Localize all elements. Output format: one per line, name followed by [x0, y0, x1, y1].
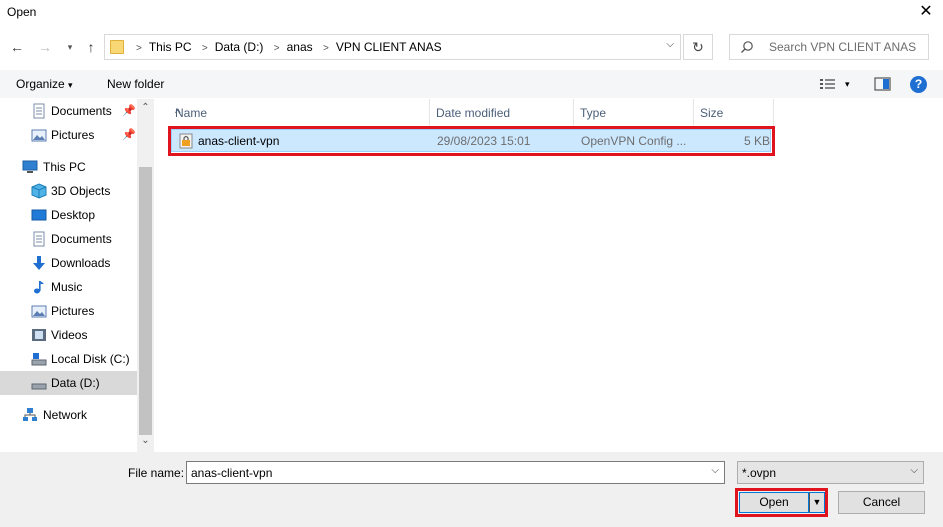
this-pc-icon [22, 160, 38, 173]
breadcrumb-item[interactable]: VPN CLIENT ANAS [336, 40, 442, 54]
title-bar: Open ✕ [0, 0, 943, 24]
nav-item-label: Videos [51, 328, 88, 342]
chevron-down-icon[interactable]: ⌵ [711, 465, 719, 476]
local-disk-icon [31, 353, 47, 366]
close-icon[interactable]: ✕ [915, 1, 937, 23]
organize-label: Organize [16, 77, 65, 91]
file-name-field[interactable]: anas-client-vpn ⌵ [186, 461, 725, 484]
nav-item-videos[interactable]: Videos [0, 323, 137, 347]
nav-item-label: Downloads [51, 256, 111, 270]
pictures-icon [31, 305, 47, 318]
documents-icon [33, 103, 45, 119]
scroll-down-icon[interactable]: ⌄ [137, 435, 154, 446]
chevron-down-icon[interactable]: ⌵ [666, 39, 674, 50]
pictures-icon [31, 129, 47, 142]
column-header-name[interactable]: Name ^ [169, 99, 430, 126]
column-label: Date modified [436, 106, 511, 120]
address-bar[interactable]: > This PC > Data (D:) > anas > VPN CLIENT AN… [104, 34, 681, 60]
forward-arrow-icon[interactable]: → [36, 37, 54, 57]
file-list: Name ^ Date modified Type Size anas-clie… [157, 99, 943, 452]
navigation-pane: Documents 📌 Pictures 📌 This PC 3D Object… [0, 99, 154, 452]
file-name-label: File name: [128, 466, 185, 480]
nav-item-documents[interactable]: Documents [0, 227, 137, 251]
nav-item-label: Desktop [51, 208, 96, 222]
organize-button[interactable]: Organize ▾ [16, 77, 73, 91]
search-icon [741, 41, 753, 53]
downloads-icon [33, 256, 45, 270]
nav-item-label: Pictures [51, 304, 95, 318]
column-label: Size [700, 106, 724, 120]
annotation-highlight-box [735, 488, 828, 517]
nav-item-label: Pictures [51, 128, 95, 142]
folder-icon [110, 40, 124, 54]
breadcrumb: > This PC > Data (D:) > anas > VPN CLIENT AN… [136, 40, 442, 54]
scrollbar-thumb[interactable] [139, 167, 152, 435]
drive-icon [31, 383, 47, 390]
nav-item-documents-pinned[interactable]: Documents 📌 [0, 99, 137, 123]
new-folder-button[interactable]: New folder [107, 77, 164, 91]
pin-icon: 📌 [122, 129, 136, 141]
up-arrow-icon[interactable]: ↑ [82, 37, 100, 57]
dialog-footer: File name: anas-client-vpn ⌵ *.ovpn ⌵ Op… [0, 452, 943, 527]
nav-item-label: Music [51, 280, 83, 294]
nav-scrollbar[interactable]: ⌃ ⌄ [137, 99, 154, 452]
nav-item-downloads[interactable]: Downloads [0, 251, 137, 275]
nav-item-network[interactable]: Network [0, 403, 137, 427]
breadcrumb-item[interactable]: anas [287, 40, 313, 54]
pin-icon: 📌 [122, 105, 136, 117]
nav-item-local-disk-c[interactable]: Local Disk (C:) [0, 347, 137, 371]
refresh-button[interactable]: ↻ [683, 34, 713, 60]
cancel-button[interactable]: Cancel [838, 491, 925, 514]
breadcrumb-item[interactable]: This PC [149, 40, 192, 54]
nav-item-this-pc[interactable]: This PC [0, 155, 137, 179]
breadcrumb-item[interactable]: Data (D:) [215, 40, 264, 54]
window-title: Open [7, 5, 37, 19]
music-icon [34, 281, 44, 294]
nav-item-pictures-pinned[interactable]: Pictures 📌 [0, 123, 137, 147]
nav-item-data-d[interactable]: Data (D:) [0, 371, 137, 395]
annotation-highlight-box [168, 126, 775, 156]
back-arrow-icon[interactable]: ← [8, 37, 26, 57]
column-label: Type [580, 106, 607, 120]
nav-item-pictures[interactable]: Pictures [0, 299, 137, 323]
column-header-date-modified[interactable]: Date modified [430, 99, 574, 126]
search-box[interactable]: Search VPN CLIENT ANAS [729, 34, 929, 60]
nav-item-label: Documents [51, 232, 112, 246]
view-options-icon[interactable] [819, 76, 837, 92]
nav-item-label: Documents [51, 104, 112, 118]
preview-pane-icon[interactable] [874, 76, 892, 92]
file-name-value: anas-client-vpn [191, 466, 273, 480]
view-chevron-down-icon[interactable]: ▾ [845, 79, 850, 90]
command-bar: Organize ▾ New folder ▾ ? [0, 70, 943, 98]
open-dialog: Open ✕ ← → ▾ ↑ > This PC > Data (D:) > anas… [0, 0, 943, 527]
sort-ascending-icon: ^ [175, 106, 181, 120]
column-header-type[interactable]: Type [574, 99, 694, 126]
videos-icon [32, 329, 46, 341]
nav-item-label: This PC [43, 160, 86, 174]
nav-item-music[interactable]: Music [0, 275, 137, 299]
nav-item-label: Data (D:) [51, 376, 100, 390]
chevron-down-icon[interactable]: ⌵ [910, 465, 918, 476]
recent-locations-chevron-icon[interactable]: ▾ [61, 37, 79, 57]
nav-item-label: Local Disk (C:) [51, 352, 130, 366]
search-input[interactable]: Search VPN CLIENT ANAS [769, 40, 916, 54]
nav-item-label: Network [43, 408, 88, 422]
desktop-icon [31, 209, 47, 221]
help-icon[interactable]: ? [910, 76, 927, 93]
network-icon [23, 408, 37, 421]
file-type-value: *.ovpn [742, 466, 777, 480]
scroll-up-icon[interactable]: ⌃ [137, 102, 154, 113]
nav-item-desktop[interactable]: Desktop [0, 203, 137, 227]
file-type-select[interactable]: *.ovpn ⌵ [737, 461, 924, 484]
nav-item-label: 3D Objects [51, 184, 111, 198]
nav-item-3d-objects[interactable]: 3D Objects [0, 179, 137, 203]
column-header-size[interactable]: Size [694, 99, 774, 126]
3d-objects-icon [31, 183, 47, 199]
documents-icon [33, 231, 45, 247]
